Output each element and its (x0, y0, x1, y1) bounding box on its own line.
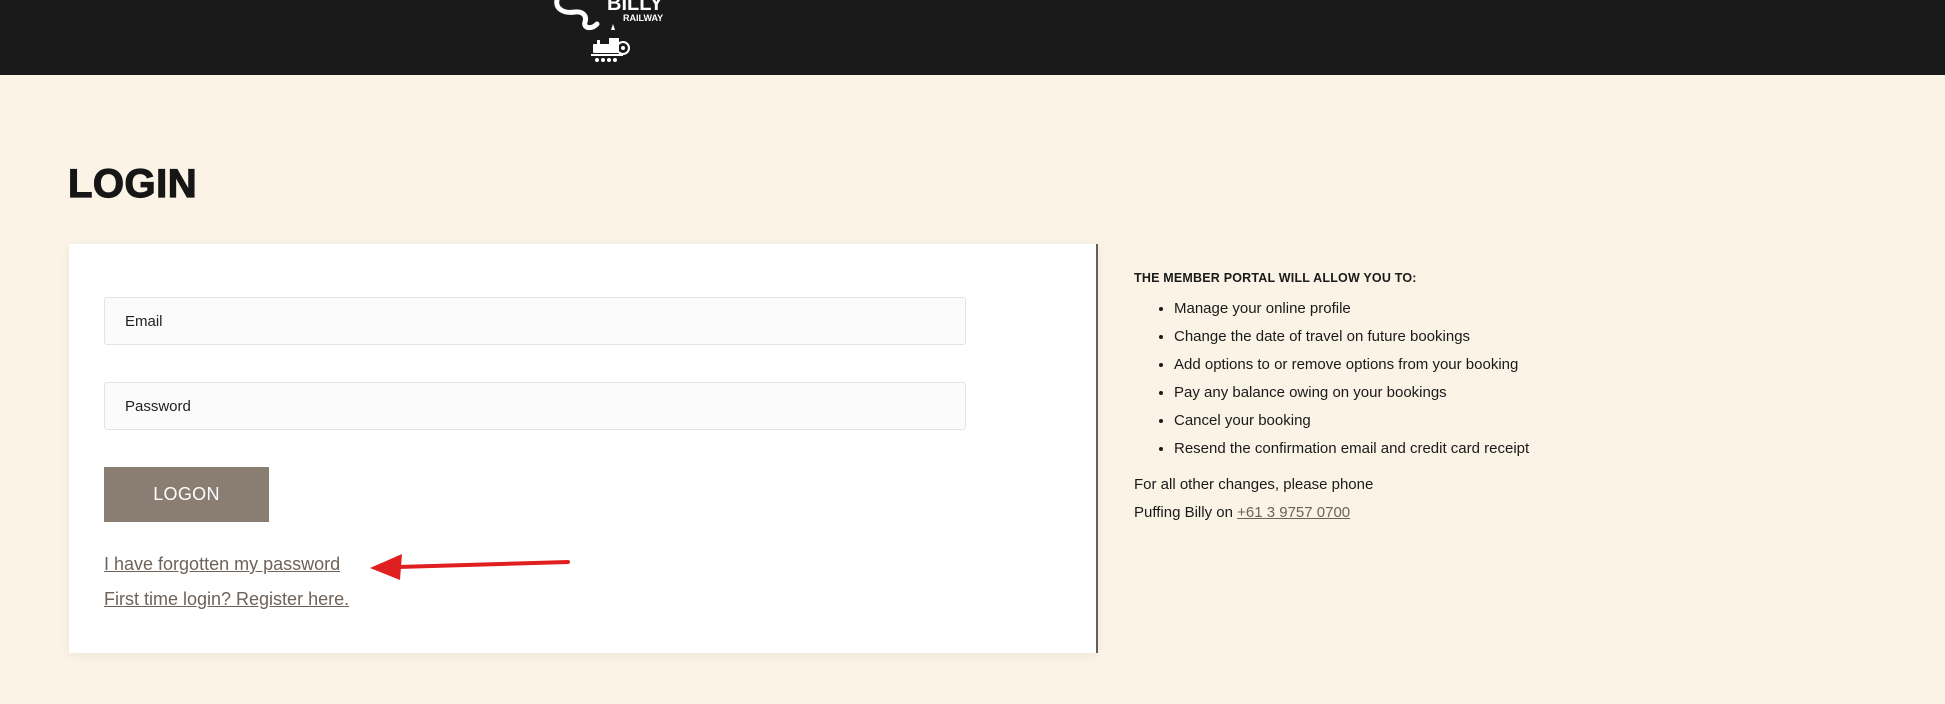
list-item: Change the date of travel on future book… (1174, 323, 1894, 351)
info-heading: THE MEMBER PORTAL WILL ALLOW YOU TO: (1134, 271, 1417, 285)
info-list: Manage your online profile Change the da… (1134, 295, 1894, 463)
list-item: Pay any balance owing on your bookings (1174, 379, 1894, 407)
list-item: Add options to or remove options from yo… (1174, 351, 1894, 379)
page-title: LOGIN (67, 161, 198, 206)
email-input[interactable] (104, 297, 966, 345)
logon-button[interactable]: LOGON (104, 467, 269, 522)
site-header: BILLY RAILWAY (0, 0, 1945, 75)
locomotive-logo-icon: BILLY RAILWAY (554, 0, 664, 62)
info-note-prefix: Puffing Billy on (1134, 504, 1233, 521)
list-item: Cancel your booking (1174, 407, 1894, 435)
phone-link[interactable]: +61 3 9757 0700 (1237, 504, 1350, 521)
password-input[interactable] (104, 382, 966, 430)
register-link[interactable]: First time login? Register here. (104, 589, 349, 610)
list-item: Manage your online profile (1174, 295, 1894, 323)
logo-text-railway: RAILWAY (623, 13, 663, 23)
card-divider (1096, 244, 1098, 653)
list-item: Resend the confirmation email and credit… (1174, 435, 1894, 463)
member-portal-info: THE MEMBER PORTAL WILL ALLOW YOU TO: Man… (1134, 271, 1894, 527)
site-logo[interactable]: BILLY RAILWAY (553, 0, 683, 72)
forgot-password-link[interactable]: I have forgotten my password (104, 554, 340, 575)
red-arrow-annotation-icon (370, 554, 570, 580)
info-note-line2: Puffing Billy on +61 3 9757 0700 (1134, 499, 1894, 527)
info-note-line1: For all other changes, please phone (1134, 476, 1374, 493)
